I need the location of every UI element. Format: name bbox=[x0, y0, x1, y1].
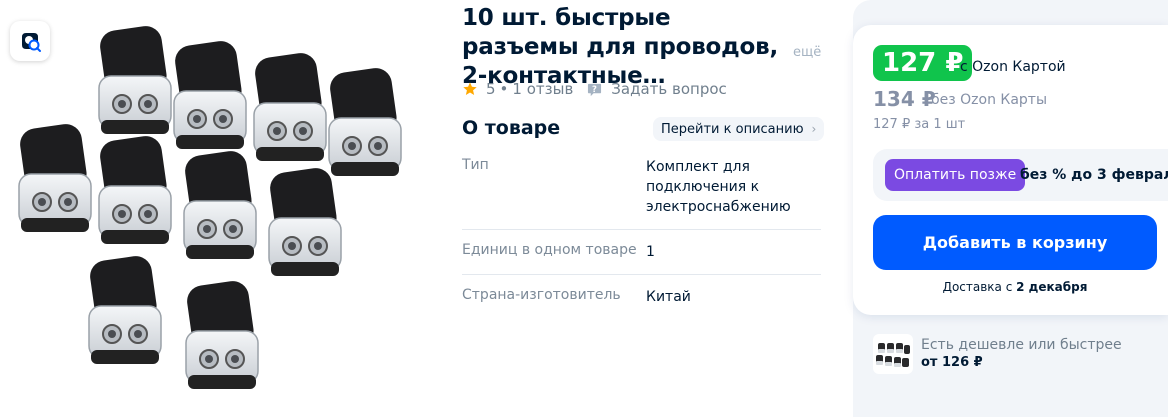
offer-line-1: Есть дешевле или быстрее bbox=[921, 337, 1122, 353]
cheaper-faster-offer[interactable]: Есть дешевле или быстрее от 126 ₽ bbox=[873, 334, 1122, 374]
offer-thumbnail-image bbox=[876, 343, 910, 367]
spec-key: Тип bbox=[462, 157, 489, 173]
pay-later-text: без % до 3 февраля bbox=[1020, 167, 1168, 183]
unit-price: 127 ₽ за 1 шт bbox=[873, 117, 966, 132]
delivery-date: 2 декабря bbox=[1016, 280, 1088, 294]
search-by-photo-button[interactable] bbox=[10, 21, 50, 61]
delivery-info: Доставка с 2 декабря bbox=[873, 280, 1157, 294]
spec-row: Страна-изготовитель Китай bbox=[462, 275, 821, 320]
ozon-card-label: с Ozon Картой bbox=[960, 59, 1066, 75]
add-to-cart-button[interactable]: Добавить в корзину bbox=[873, 215, 1157, 270]
pay-later-button[interactable]: Оплатить позже bbox=[885, 159, 1026, 191]
spec-value: Комплект для подключения к электроснабже… bbox=[646, 159, 791, 215]
regular-price-label: без Ozon Карты bbox=[931, 92, 1048, 108]
spec-table: Тип Комплект для подключения к электросн… bbox=[462, 146, 821, 320]
rating-separator: • bbox=[499, 80, 509, 98]
svg-text:?: ? bbox=[592, 83, 597, 93]
to-description-button[interactable]: Перейти к описанию › bbox=[653, 117, 825, 141]
ask-question-label: Задать вопрос bbox=[611, 80, 727, 98]
search-photo-icon bbox=[22, 33, 41, 52]
spec-value: 1 bbox=[646, 244, 655, 260]
about-title: О товаре bbox=[462, 117, 561, 139]
spec-row: Тип Комплект для подключения к электросн… bbox=[462, 146, 821, 230]
reviews-link[interactable]: 1 отзыв bbox=[512, 80, 573, 98]
question-chat-icon: ? bbox=[588, 83, 602, 96]
spec-value: Китай bbox=[646, 289, 691, 305]
spec-row: Единиц в одном товаре 1 bbox=[462, 230, 821, 275]
delivery-prefix: Доставка с bbox=[942, 280, 1017, 294]
rating-score: 5 bbox=[486, 80, 496, 98]
offer-thumbnail bbox=[873, 334, 913, 374]
rating-row: 5 • 1 отзыв ? Задать вопрос bbox=[462, 78, 727, 100]
offer-line-2: от 126 ₽ bbox=[921, 355, 983, 370]
ozon-card-price-badge: 127 ₽ bbox=[873, 45, 973, 81]
title-more-link[interactable]: ещё bbox=[793, 45, 821, 60]
spec-key: Страна-изготовитель bbox=[462, 287, 621, 303]
star-icon bbox=[463, 82, 477, 95]
chevron-right-icon: › bbox=[811, 122, 817, 136]
regular-price: 134 ₽ bbox=[873, 87, 936, 111]
offer-text: Есть дешевле или быстрее от 126 ₽ bbox=[921, 336, 1122, 372]
spec-key: Единиц в одном товаре bbox=[462, 242, 637, 258]
product-image[interactable] bbox=[0, 0, 440, 417]
to-description-label: Перейти к описанию bbox=[661, 121, 804, 137]
ask-question-link[interactable]: ? Задать вопрос bbox=[587, 80, 727, 98]
product-gallery bbox=[0, 0, 440, 417]
